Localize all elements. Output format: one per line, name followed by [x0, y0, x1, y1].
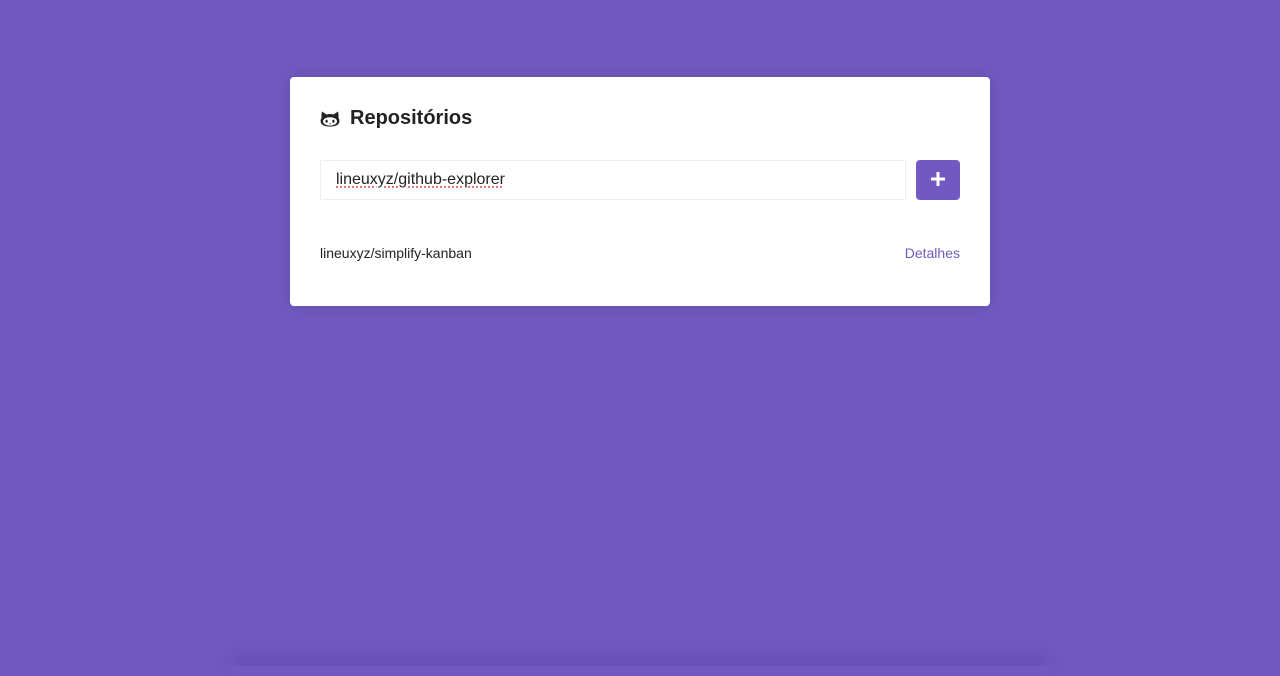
add-repository-button[interactable] [916, 160, 960, 200]
repository-list: lineuxyz/simplify-kanban Detalhes [320, 244, 960, 262]
plus-icon [931, 171, 945, 189]
add-repository-form [320, 160, 960, 200]
github-icon [320, 109, 340, 127]
details-link[interactable]: Detalhes [905, 245, 960, 261]
list-item: lineuxyz/simplify-kanban Detalhes [320, 244, 960, 262]
repository-name: lineuxyz/simplify-kanban [320, 245, 472, 261]
bottom-shadow [230, 666, 1050, 676]
page-title: Repositórios [320, 107, 960, 129]
repository-card: Repositórios lineuxyz/simplify-kanban De… [290, 77, 990, 306]
page-title-text: Repositórios [350, 106, 473, 129]
repository-input[interactable] [320, 160, 906, 200]
